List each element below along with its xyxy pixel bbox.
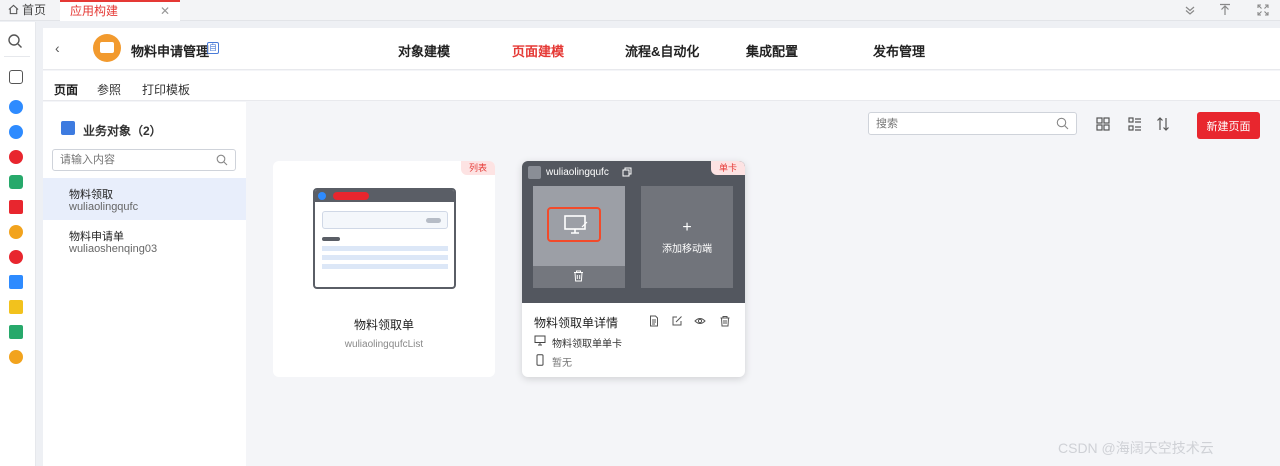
tab-home[interactable]: 首页 bbox=[8, 0, 46, 21]
close-icon[interactable]: ✕ bbox=[160, 2, 170, 20]
desktop-edit-icon bbox=[564, 215, 588, 234]
watermark: CSDN @海阔天空技术云 bbox=[1058, 440, 1214, 456]
preview-eye-icon[interactable] bbox=[694, 315, 706, 327]
nav-object-modeling[interactable]: 对象建模 bbox=[398, 41, 450, 60]
page-card-title: 物料领取单详情 bbox=[534, 316, 619, 330]
list-page-preview bbox=[313, 188, 456, 289]
document-icon[interactable] bbox=[648, 315, 660, 327]
object-name: 物料申请单 bbox=[69, 231, 124, 243]
object-code: wuliaolingqufc bbox=[69, 201, 139, 213]
rail-folder-icon[interactable] bbox=[9, 70, 23, 84]
business-object-panel: 业务对象（2） 物料领取 wuliaolingqufc 物料申请单 wuliao… bbox=[43, 102, 246, 466]
page-card-title: 物料领取单 bbox=[353, 318, 414, 332]
chevron-down-icon[interactable] bbox=[1183, 3, 1197, 17]
pc-preview-highlight bbox=[547, 207, 601, 242]
mobile-page-label: 暂无 bbox=[552, 358, 572, 369]
new-page-button[interactable]: 新建页面 bbox=[1197, 112, 1260, 139]
menu-icon bbox=[528, 166, 541, 179]
subtab-references[interactable]: 参照 bbox=[97, 81, 121, 98]
object-search-box bbox=[52, 149, 236, 171]
rail-app-icon-6[interactable] bbox=[9, 225, 23, 239]
object-list-item[interactable]: 物料申请单 wuliaoshenqing03 bbox=[43, 220, 246, 262]
object-name: 物料领取 bbox=[69, 189, 113, 201]
main-panel: ‹ 物料申请管理 自 对象建模 页面建模 流程&自动化 集成配置 发布管理 页面… bbox=[43, 28, 1280, 466]
page-search-input[interactable] bbox=[869, 113, 1039, 134]
home-icon bbox=[8, 4, 19, 15]
rail-app-icon-10[interactable] bbox=[9, 325, 23, 339]
page-card-list[interactable]: 列表 物料领取单 wuliaolingqufcList bbox=[273, 161, 495, 377]
back-icon[interactable]: ‹ bbox=[55, 40, 71, 56]
app-rail bbox=[0, 22, 36, 466]
rail-app-icon-2[interactable] bbox=[9, 125, 23, 139]
trash-icon[interactable] bbox=[573, 270, 584, 282]
detail-card-code: wuliaolingqufc bbox=[546, 167, 609, 178]
nav-release-management[interactable]: 发布管理 bbox=[873, 41, 925, 60]
pc-page-label: 物料领取单单卡 bbox=[552, 339, 622, 350]
add-mobile-panel[interactable]: + 添加移动端 bbox=[641, 186, 733, 288]
rail-app-icon-3[interactable] bbox=[9, 150, 23, 164]
page-type-tag: 单卡 bbox=[710, 161, 745, 175]
object-list-item[interactable]: 物料领取 wuliaolingqufc bbox=[43, 178, 246, 220]
rail-app-icon-11[interactable] bbox=[9, 350, 23, 364]
page-type-tag: 列表 bbox=[460, 161, 495, 175]
tab-app-build-label: 应用构建 bbox=[70, 4, 119, 18]
nav-page-modeling[interactable]: 页面建模 bbox=[512, 41, 564, 60]
detail-card-preview: wuliaolingqufc + 添加移动端 bbox=[522, 161, 745, 303]
tab-home-label: 首页 bbox=[22, 3, 47, 17]
app-header: ‹ 物料申请管理 自 对象建模 页面建模 流程&自动化 集成配置 发布管理 bbox=[43, 28, 1280, 70]
copy-icon[interactable] bbox=[622, 167, 632, 177]
page-card-detail[interactable]: wuliaolingqufc + 添加移动端 单卡 物料领取单详情 物料领取单单… bbox=[522, 161, 745, 377]
rail-app-icon-5[interactable] bbox=[9, 200, 23, 214]
top-tab-bar: 首页 应用构建 ✕ bbox=[0, 0, 1280, 21]
search-icon[interactable] bbox=[7, 33, 23, 49]
object-code: wuliaoshenqing03 bbox=[69, 243, 158, 255]
app-name: 物料申请管理 bbox=[131, 44, 210, 59]
rail-app-icon-7[interactable] bbox=[9, 250, 23, 264]
app-logo bbox=[93, 34, 121, 62]
fullscreen-icon[interactable] bbox=[1256, 3, 1270, 17]
trash-icon[interactable] bbox=[719, 315, 731, 327]
add-mobile-label: 添加移动端 bbox=[662, 244, 712, 255]
sub-tabs: 页面 参照 打印模板 bbox=[43, 71, 1280, 107]
rail-app-icon-4[interactable] bbox=[9, 175, 23, 189]
nav-process-automation[interactable]: 流程&自动化 bbox=[625, 41, 699, 60]
upload-icon[interactable] bbox=[1218, 3, 1232, 17]
subtab-print-templates[interactable]: 打印模板 bbox=[142, 81, 190, 98]
list-view-icon[interactable] bbox=[1127, 116, 1143, 132]
rail-app-icon-1[interactable] bbox=[9, 100, 23, 114]
rail-divider bbox=[4, 56, 30, 57]
mobile-icon bbox=[536, 354, 544, 366]
business-object-title: 业务对象（2） bbox=[83, 124, 162, 138]
object-search-input[interactable] bbox=[53, 150, 203, 170]
app-badge: 自 bbox=[207, 42, 219, 54]
search-icon[interactable] bbox=[1056, 117, 1069, 130]
rail-app-icon-8[interactable] bbox=[9, 275, 23, 289]
desktop-icon bbox=[534, 335, 546, 346]
rail-app-icon-9[interactable] bbox=[9, 300, 23, 314]
nav-integration-config[interactable]: 集成配置 bbox=[746, 41, 798, 60]
sort-icon[interactable] bbox=[1155, 116, 1171, 132]
plus-icon: + bbox=[682, 219, 692, 236]
grid-view-icon[interactable] bbox=[1095, 116, 1111, 132]
pc-preview-panel[interactable] bbox=[533, 186, 625, 288]
business-object-icon bbox=[61, 121, 75, 135]
edit-icon[interactable] bbox=[671, 315, 683, 327]
search-icon[interactable] bbox=[216, 154, 228, 166]
page-card-code: wuliaolingqufcList bbox=[344, 339, 424, 350]
subtab-pages[interactable]: 页面 bbox=[54, 81, 79, 107]
tab-app-build[interactable]: 应用构建 ✕ bbox=[60, 0, 180, 21]
page-search-box bbox=[868, 112, 1077, 135]
